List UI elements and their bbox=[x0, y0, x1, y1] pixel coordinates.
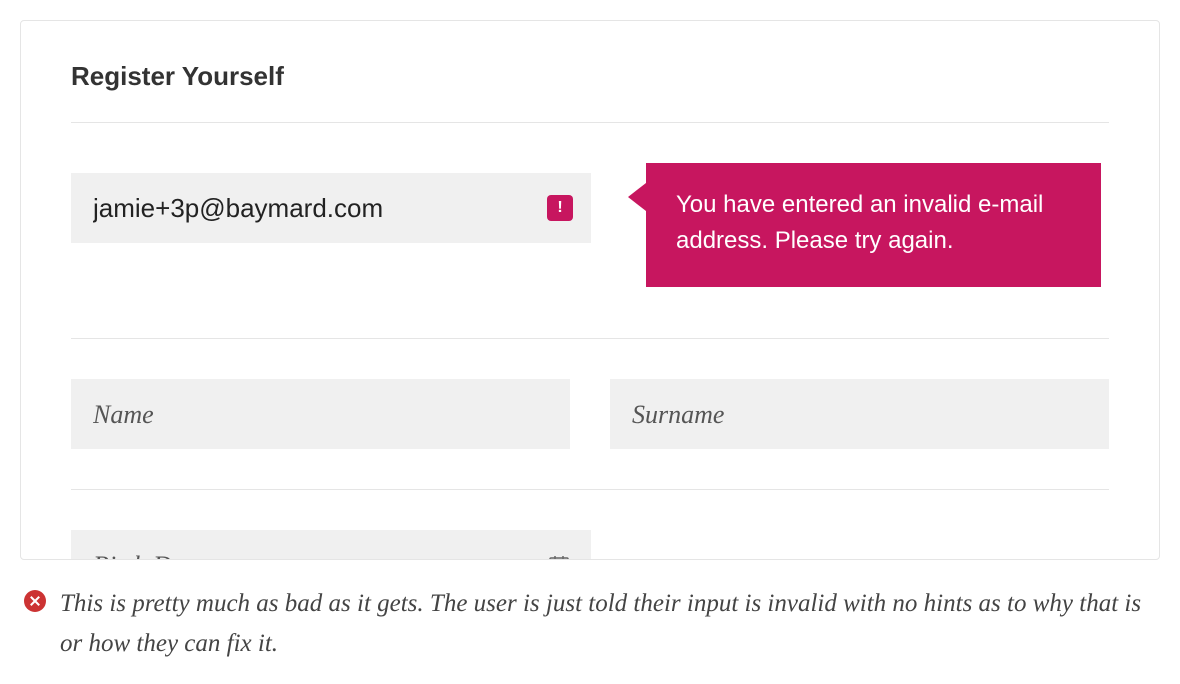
caption-row: This is pretty much as bad as it gets. T… bbox=[20, 584, 1160, 664]
birth-date-wrapper bbox=[71, 530, 591, 560]
caption-text: This is pretty much as bad as it gets. T… bbox=[60, 584, 1156, 664]
surname-input[interactable] bbox=[610, 379, 1109, 449]
birth-date-input[interactable] bbox=[71, 530, 591, 560]
name-row bbox=[71, 339, 1109, 489]
birth-date-row bbox=[71, 490, 1109, 560]
error-tooltip: You have entered an invalid e-mail addre… bbox=[646, 163, 1101, 287]
error-x-icon bbox=[24, 590, 46, 612]
calendar-icon[interactable] bbox=[547, 553, 571, 560]
name-input[interactable] bbox=[71, 379, 570, 449]
email-row: You have entered an invalid e-mail addre… bbox=[71, 123, 1109, 338]
registration-form-card: Register Yourself You have entered an in… bbox=[20, 20, 1160, 560]
error-exclamation-icon bbox=[547, 195, 573, 221]
email-input[interactable] bbox=[71, 173, 591, 243]
email-wrapper bbox=[71, 173, 591, 243]
form-title: Register Yourself bbox=[71, 61, 1109, 92]
